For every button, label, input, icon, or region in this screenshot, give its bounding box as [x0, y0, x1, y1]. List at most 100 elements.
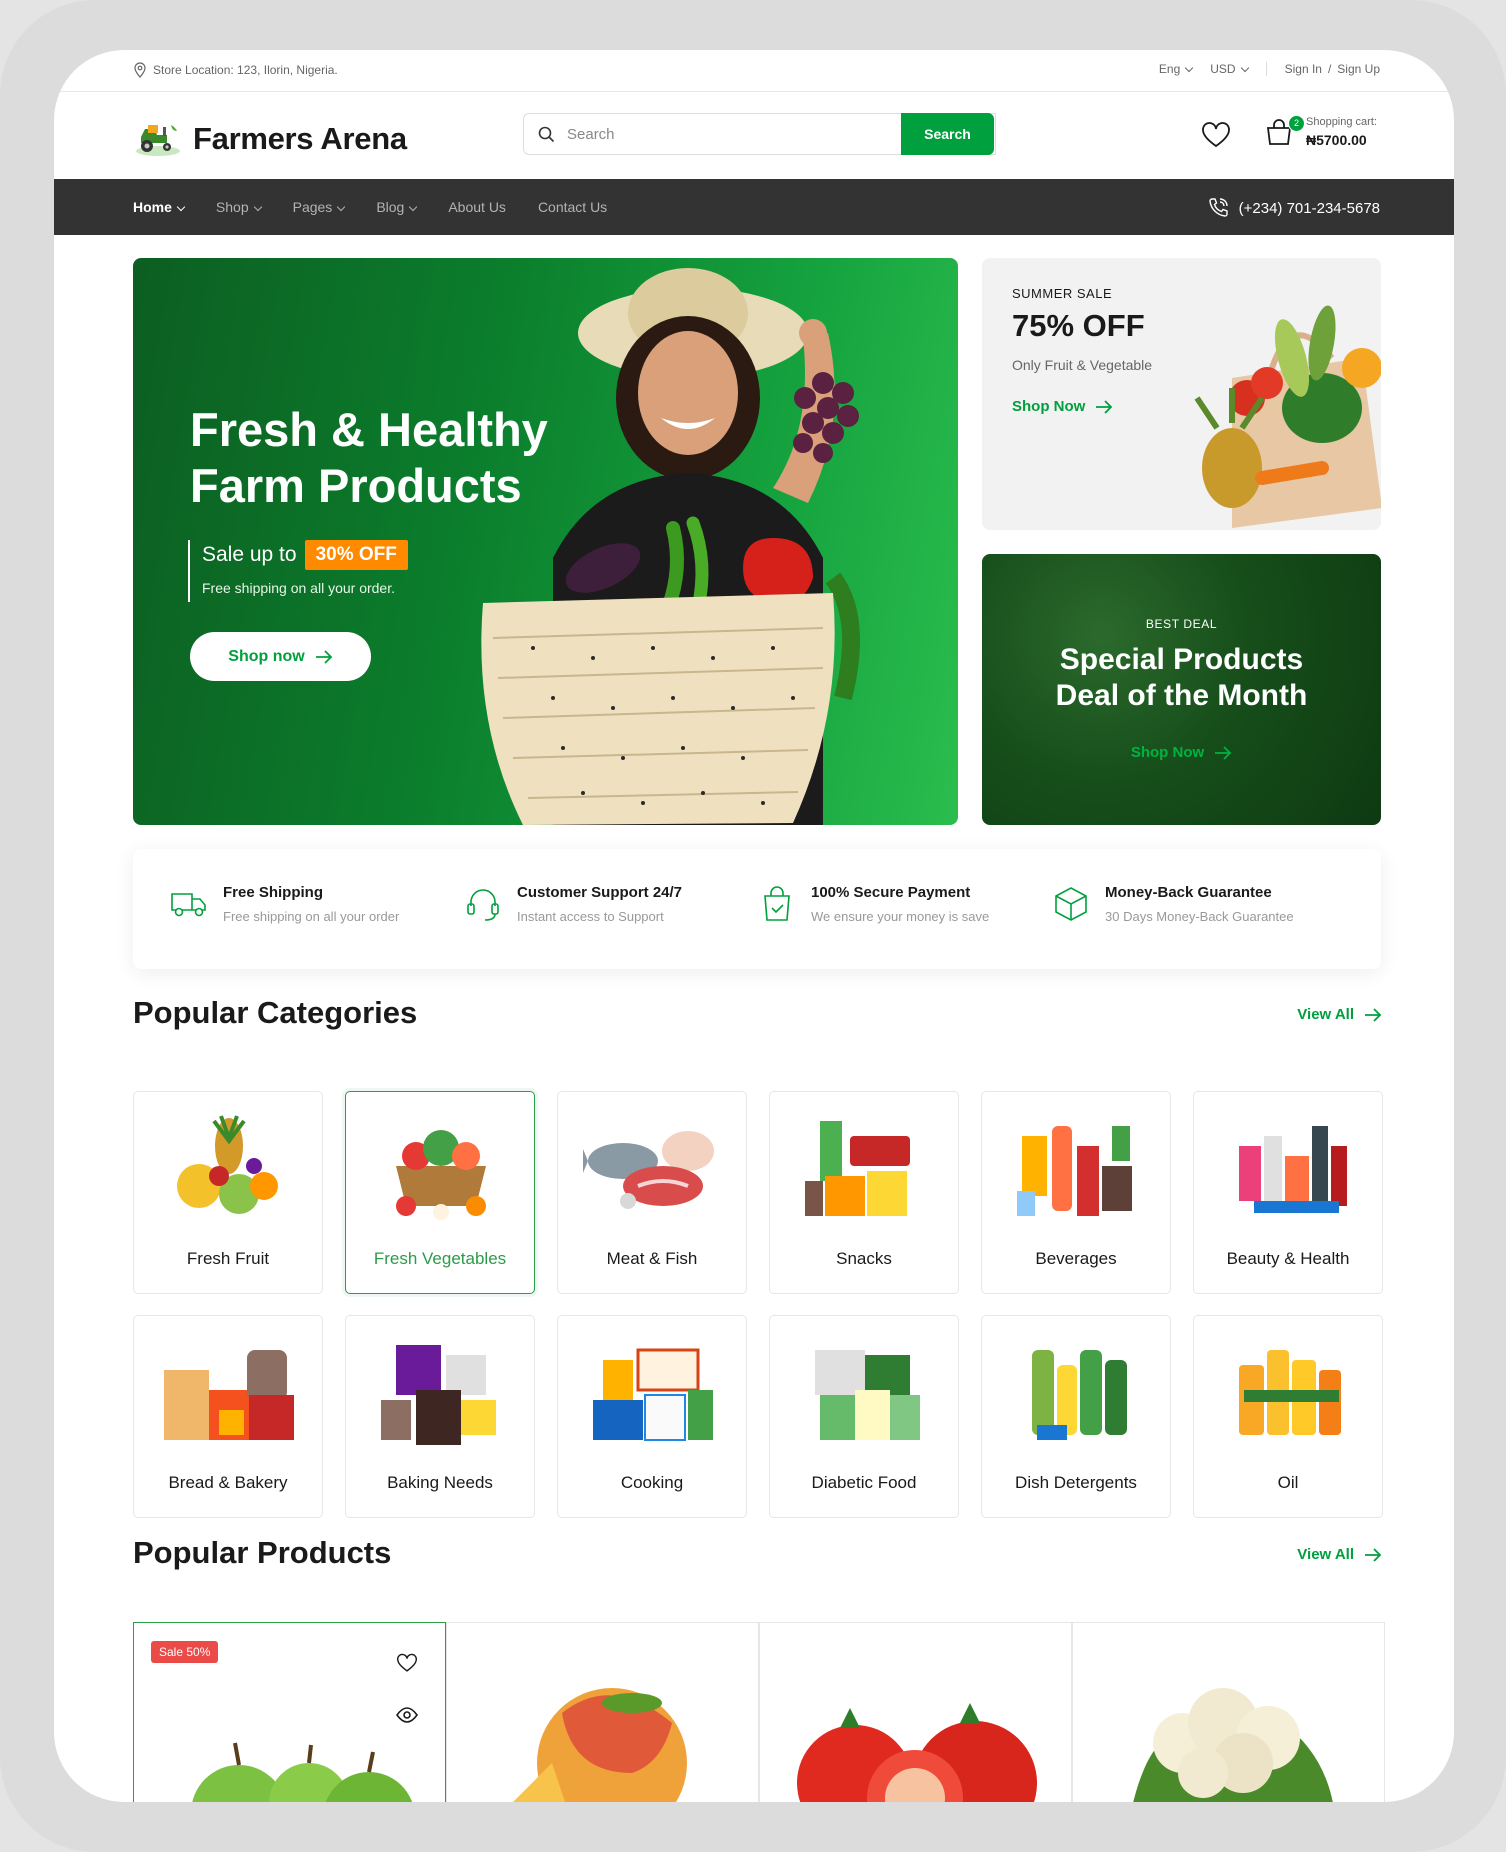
deal-cta-label: Shop Now: [1130, 744, 1205, 761]
auth-divider: /: [1327, 62, 1332, 76]
auth-links: Sign In / Sign Up: [1285, 62, 1380, 76]
hero-shop-now-button[interactable]: Shop now: [190, 632, 371, 681]
nav-item-about[interactable]: About Us: [448, 199, 506, 215]
grocery-bag-illustration: [1194, 305, 1381, 528]
product-card-cauliflower[interactable]: [1072, 1622, 1385, 1802]
sign-in-link[interactable]: Sign In: [1285, 62, 1322, 76]
view-all-label: View All: [1297, 1006, 1354, 1023]
hero-title: Fresh & Healthy Farm Products: [190, 402, 610, 514]
products-view-all-link[interactable]: View All: [1297, 1546, 1382, 1563]
feature-support: Customer Support 24/7 Instant access to S…: [463, 884, 682, 924]
language-value: Eng: [1158, 62, 1181, 76]
snacks-icon: [805, 1121, 910, 1216]
category-card-dish-detergents[interactable]: Dish Detergents: [981, 1315, 1171, 1518]
product-card-apple[interactable]: Sale 50%: [133, 1622, 446, 1802]
tractor-logo-icon: [136, 125, 180, 156]
category-card-fresh-vegetables[interactable]: Fresh Vegetables: [345, 1091, 535, 1294]
category-name: Cooking: [620, 1473, 684, 1492]
nav-label: Home: [133, 199, 172, 215]
add-to-wishlist-button[interactable]: [387, 1643, 427, 1683]
truck-icon: [171, 893, 206, 917]
chevron-down-icon: [176, 202, 186, 212]
wishlist-button[interactable]: [1201, 121, 1231, 154]
product-card-tomato[interactable]: [759, 1622, 1072, 1802]
category-card-baking-needs[interactable]: Baking Needs: [345, 1315, 535, 1518]
cart-button[interactable]: 2: [1264, 115, 1305, 152]
language-select[interactable]: Eng: [1158, 62, 1194, 76]
category-card-fresh-fruit[interactable]: Fresh Fruit: [133, 1091, 323, 1294]
best-deal-card[interactable]: BEST DEAL Special Products Deal of the Mo…: [982, 554, 1381, 825]
deal-title-line-1: Special Products: [1059, 643, 1304, 676]
arrow-right-icon: [1096, 399, 1113, 414]
phone-link[interactable]: (+234) 701-234-5678: [1207, 197, 1380, 219]
category-name: Fresh Vegetables: [373, 1249, 507, 1268]
category-card-meat-fish[interactable]: Meat & Fish: [557, 1091, 747, 1294]
category-name: Oil: [1277, 1473, 1299, 1492]
feature-secure-payment: 100% Secure Payment We ensure your money …: [757, 884, 989, 924]
category-name: Beverages: [1035, 1249, 1117, 1268]
category-card-cooking[interactable]: Cooking: [557, 1315, 747, 1518]
chevron-down-icon: [253, 202, 262, 212]
currency-select[interactable]: USD: [1210, 62, 1249, 76]
hero-title-line-1: Fresh & Healthy: [190, 403, 548, 456]
chevron-down-icon: [1185, 63, 1194, 73]
store-location-text: Store Location: 123, Ilorin, Nigeria.: [153, 63, 338, 77]
bread-bakery-icon: [164, 1350, 294, 1440]
cooking-icon: [593, 1348, 713, 1441]
summer-shop-now-link[interactable]: Shop Now: [1012, 398, 1113, 415]
category-card-diabetic-food[interactable]: Diabetic Food: [769, 1315, 959, 1518]
search-icon: [538, 126, 555, 142]
product-card-mango[interactable]: [446, 1622, 759, 1802]
sign-up-link[interactable]: Sign Up: [1337, 62, 1380, 76]
nav-item-pages[interactable]: Pages: [292, 199, 346, 215]
category-card-snacks[interactable]: Snacks: [769, 1091, 959, 1294]
category-name: Baking Needs: [387, 1473, 493, 1492]
categories-title: Popular Categories: [133, 995, 418, 1030]
sale-badge: Sale 50%: [151, 1641, 219, 1663]
device-frame: Store Location: 123, Ilorin, Nigeria. En…: [0, 0, 1506, 1852]
category-name: Fresh Fruit: [186, 1249, 270, 1268]
nav-item-contact[interactable]: Contact Us: [538, 199, 607, 215]
search-button[interactable]: Search: [901, 113, 994, 155]
deal-title-line-2: Deal of the Month: [1055, 679, 1308, 712]
summer-cta-label: Shop Now: [1012, 398, 1086, 415]
nav-item-shop[interactable]: Shop: [216, 199, 262, 215]
chevron-down-icon: [1240, 63, 1249, 73]
cart-summary: Shopping cart: ₦5700.00: [1306, 116, 1377, 148]
heart-icon: [397, 1653, 417, 1672]
hero-sale-block: Sale up to 30% OFF Free shipping on all …: [188, 540, 408, 602]
logo[interactable]: Farmers Arena: [133, 119, 407, 159]
phone-call-icon: [1208, 198, 1228, 217]
deal-shop-now-link[interactable]: Shop Now: [982, 744, 1381, 761]
feature-sub: We ensure your money is save: [811, 909, 990, 924]
sale-subtext: Free shipping on all your order.: [202, 580, 395, 596]
map-pin-icon: [134, 62, 146, 78]
category-card-bread-bakery[interactable]: Bread & Bakery: [133, 1315, 323, 1518]
header: Farmers Arena Search 2 Shopping cart: ₦5…: [54, 91, 1454, 179]
summer-sale-card[interactable]: SUMMER SALE 75% OFF Only Fruit & Vegetab…: [982, 258, 1381, 530]
summer-sub: Only Fruit & Vegetable: [1012, 357, 1153, 373]
tomato-image: [797, 1703, 1037, 1802]
category-card-oil[interactable]: Oil: [1193, 1315, 1383, 1518]
cauliflower-image: [1133, 1688, 1333, 1802]
feature-sub: Free shipping on all your order: [223, 909, 400, 924]
deal-title: Special Products Deal of the Month: [982, 642, 1381, 714]
nav-item-home[interactable]: Home: [133, 199, 186, 215]
features-strip: Free Shipping Free shipping on all your o…: [133, 849, 1381, 969]
nav-label: Pages: [292, 199, 333, 215]
nav-label: Blog: [376, 199, 405, 215]
feature-money-back: Money-Back Guarantee 30 Days Money-Back G…: [1051, 884, 1294, 924]
nav-label: About Us: [448, 199, 506, 215]
feature-title: Money-Back Guarantee: [1105, 884, 1272, 901]
categories-view-all-link[interactable]: View All: [1297, 1006, 1382, 1023]
diabetic-food-icon: [815, 1350, 920, 1440]
category-card-beauty-health[interactable]: Beauty & Health: [1193, 1091, 1383, 1294]
category-card-beverages[interactable]: Beverages: [981, 1091, 1171, 1294]
mango-image: [513, 1688, 687, 1802]
nav-item-blog[interactable]: Blog: [376, 199, 418, 215]
divider: [1265, 62, 1267, 76]
chevron-down-icon: [337, 202, 346, 212]
cart-amount: ₦5700.00: [1306, 132, 1367, 148]
currency-value: USD: [1210, 62, 1236, 76]
search-input[interactable]: [565, 124, 949, 144]
